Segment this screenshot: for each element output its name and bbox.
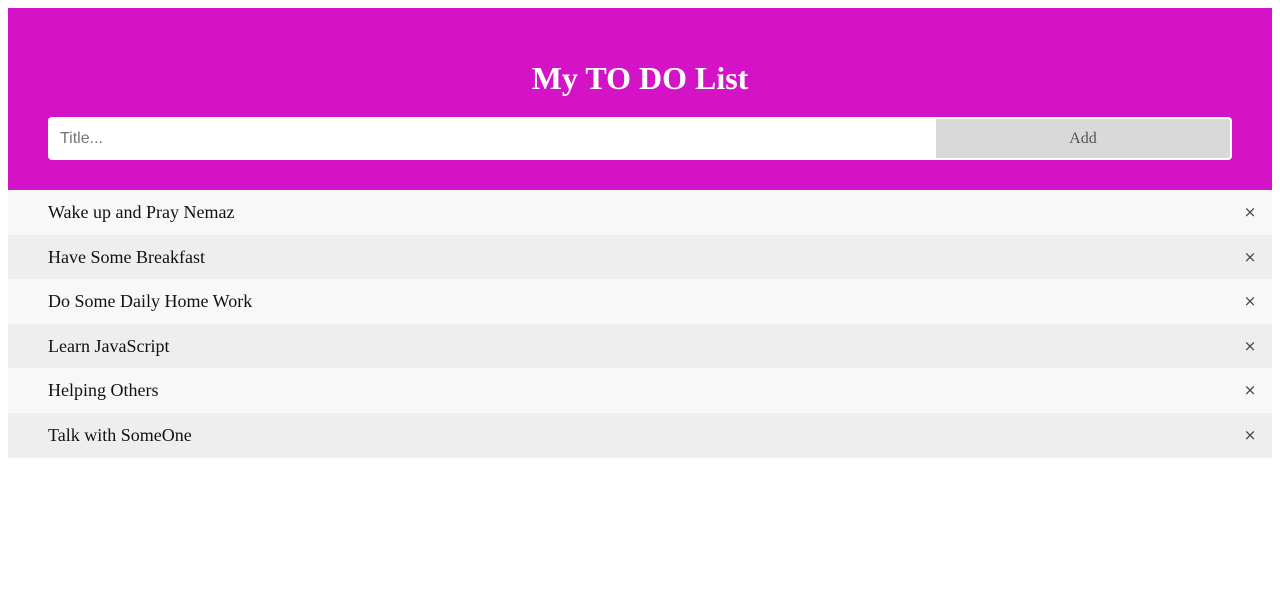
list-item[interactable]: Wake up and Pray Nemaz ×	[8, 190, 1272, 235]
close-icon[interactable]: ×	[1242, 413, 1258, 458]
list-item[interactable]: Talk with SomeOne ×	[8, 412, 1272, 458]
list-item[interactable]: Learn JavaScript ×	[8, 323, 1272, 369]
todo-list: Wake up and Pray Nemaz × Have Some Break…	[8, 190, 1272, 458]
list-item[interactable]: Do Some Daily Home Work ×	[8, 279, 1272, 324]
close-icon[interactable]: ×	[1242, 324, 1258, 369]
todo-app: My TO DO List Add Wake up and Pray Nemaz…	[8, 8, 1272, 458]
add-todo-form: Add	[48, 117, 1232, 160]
list-item[interactable]: Have Some Breakfast ×	[8, 234, 1272, 280]
list-item[interactable]: Helping Others ×	[8, 368, 1272, 413]
page-title: My TO DO List	[531, 60, 749, 96]
add-button[interactable]: Add	[936, 117, 1232, 160]
list-item-text: Wake up and Pray Nemaz	[48, 202, 235, 222]
close-icon[interactable]: ×	[1242, 279, 1258, 324]
header: My TO DO List Add	[8, 8, 1272, 190]
list-item-text: Helping Others	[48, 380, 159, 401]
close-icon[interactable]: ×	[1242, 368, 1258, 413]
list-item-text: Do Some Daily Home Work	[48, 291, 253, 312]
title-input[interactable]	[48, 117, 936, 160]
close-icon[interactable]: ×	[1242, 190, 1258, 235]
list-item-text: Learn JavaScript	[48, 335, 170, 356]
list-item-text: Talk with SomeOne	[48, 424, 192, 445]
list-item-text: Have Some Breakfast	[48, 246, 205, 267]
close-icon[interactable]: ×	[1242, 235, 1258, 280]
